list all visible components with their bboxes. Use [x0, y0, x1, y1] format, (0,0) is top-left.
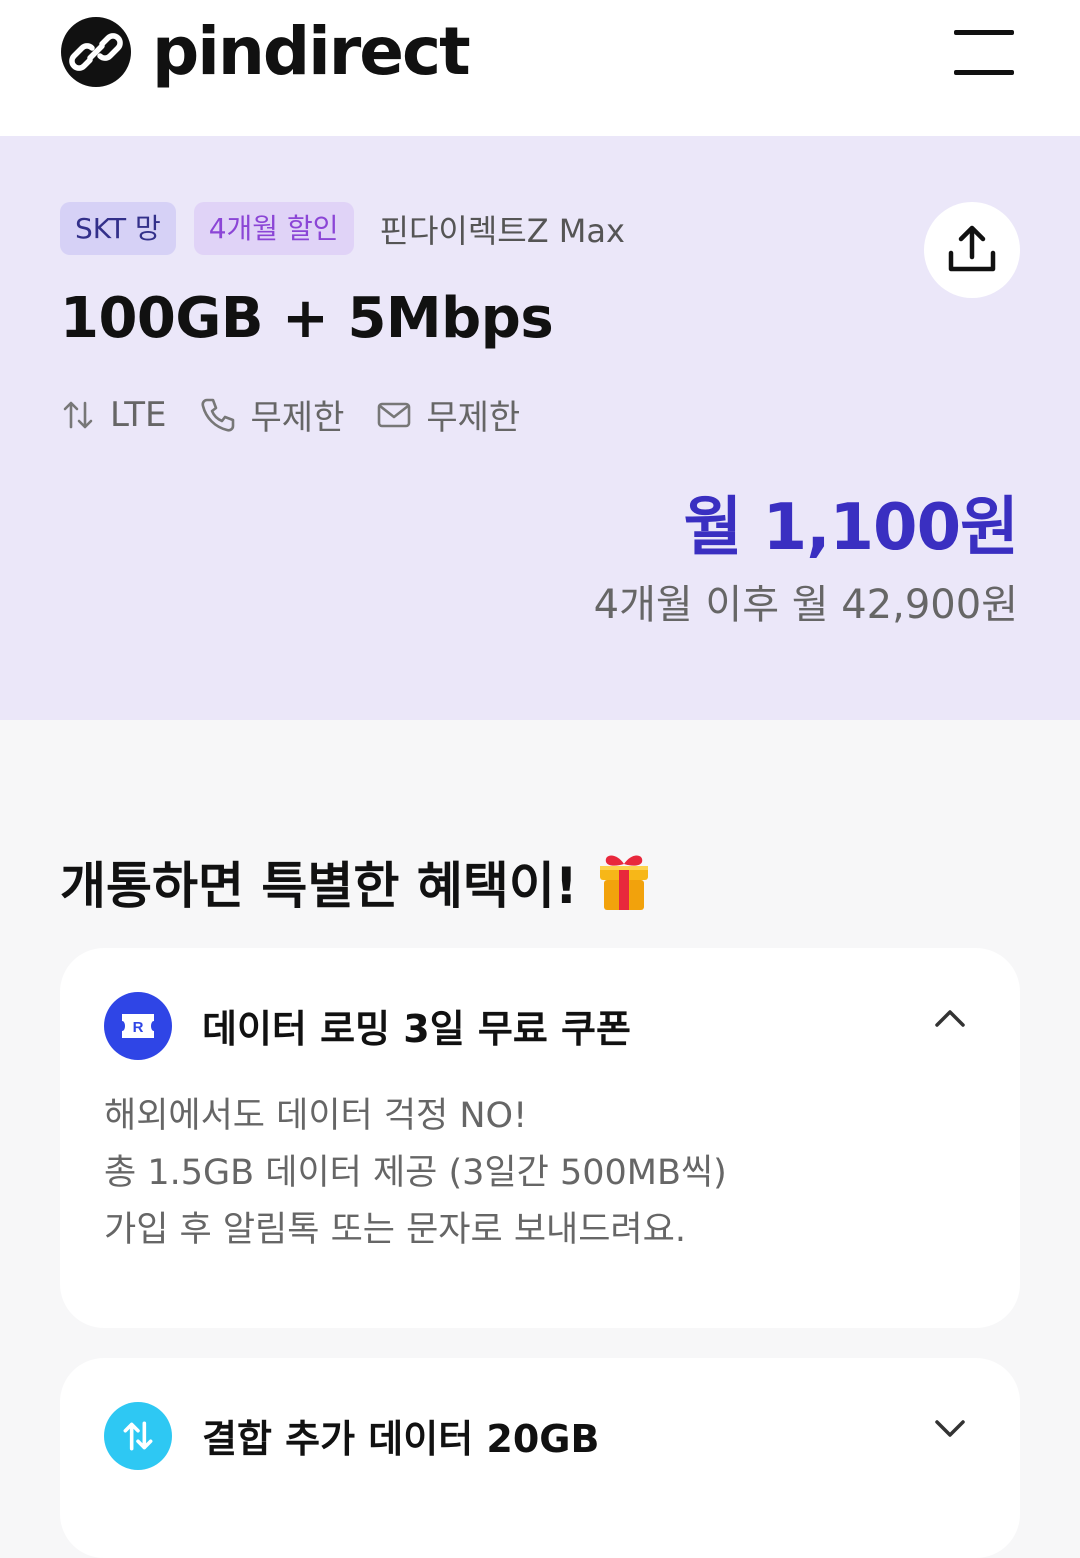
- benefit-description: 해외에서도 데이터 걱정 NO! 총 1.5GB 데이터 제공 (3일간 500…: [104, 1088, 727, 1259]
- chevron-down-icon[interactable]: [932, 1410, 968, 1446]
- brand-name: pindirect: [152, 13, 471, 90]
- discount-tag: 4개월 할인: [193, 202, 354, 255]
- coupon-icon-badge: R: [104, 992, 172, 1060]
- plan-tags: SKT 망 4개월 할인 핀다이렉트Z Max: [60, 202, 625, 255]
- feature-calls: 무제한: [199, 390, 345, 439]
- chevron-up-icon[interactable]: [932, 1000, 968, 1036]
- plan-summary: SKT 망 4개월 할인 핀다이렉트Z Max 100GB + 5Mbps LT…: [0, 136, 1080, 720]
- plan-title: 100GB + 5Mbps: [60, 286, 554, 351]
- gift-icon: [599, 855, 648, 910]
- benefit-line: 총 1.5GB 데이터 제공 (3일간 500MB씩): [104, 1153, 727, 1193]
- brand-logo[interactable]: pindirect: [60, 13, 471, 90]
- feature-messages: 무제한: [376, 390, 520, 439]
- data-arrows-icon: [63, 401, 93, 428]
- benefits-title: 개통하면 특별한 혜택이!: [60, 857, 578, 915]
- plan-name: 핀다이렉트Z Max: [379, 211, 625, 250]
- network-tag: SKT 망: [60, 202, 176, 255]
- data-icon-badge: [104, 1402, 172, 1470]
- benefit-title: 데이터 로밍 3일 무료 쿠폰: [202, 1007, 631, 1051]
- discounted-price: 월 1,100원: [683, 491, 1019, 565]
- feature-messages-label: 무제한: [426, 398, 521, 438]
- data-arrows-icon: [123, 1421, 153, 1451]
- benefit-line: 해외에서도 데이터 걱정 NO!: [104, 1096, 528, 1136]
- benefit-card-roaming[interactable]: R 데이터 로밍 3일 무료 쿠폰 해외에서도 데이터 걱정 NO! 총 1.5…: [60, 948, 1020, 1328]
- benefit-card-bundle-data[interactable]: 결합 추가 데이터 20GB: [60, 1358, 1020, 1558]
- feature-calls-label: 무제한: [250, 398, 345, 438]
- svg-text:R: R: [133, 1019, 144, 1036]
- app-header: pindirect: [0, 0, 1080, 136]
- hamburger-menu-icon[interactable]: [950, 26, 1018, 78]
- benefit-title: 결합 추가 데이터 20GB: [202, 1417, 600, 1461]
- feature-network: LTE: [60, 395, 167, 435]
- ticket-icon: R: [122, 1014, 154, 1038]
- benefits-heading: 개통하면 특별한 혜택이!: [60, 846, 654, 918]
- plan-features: LTE 무제한 무제한: [60, 390, 552, 439]
- share-button[interactable]: [924, 202, 1020, 298]
- benefit-line: 가입 후 알림톡 또는 문자로 보내드려요.: [104, 1210, 686, 1250]
- share-icon: [948, 225, 996, 272]
- mail-icon: [378, 402, 411, 427]
- pindirect-logo-icon: [61, 17, 131, 87]
- feature-network-label: LTE: [110, 394, 167, 435]
- phone-icon: [200, 398, 234, 432]
- regular-price: 4개월 이후 월 42,900원: [593, 582, 1018, 628]
